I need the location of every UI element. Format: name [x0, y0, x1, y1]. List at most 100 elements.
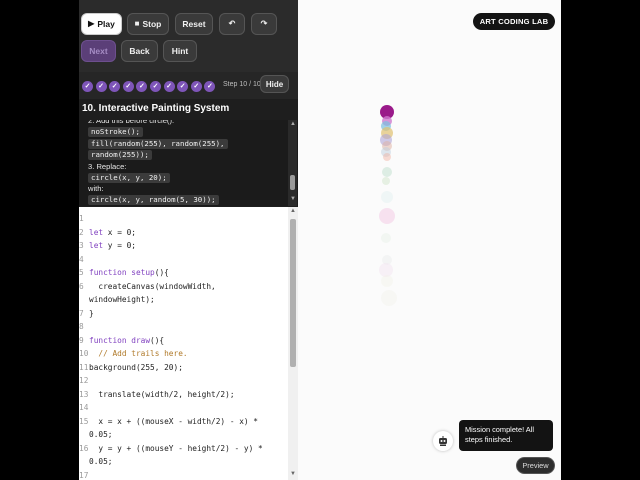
- step-complete-check-icon[interactable]: ✓: [82, 81, 93, 92]
- code-line[interactable]: 0.05;: [79, 455, 289, 469]
- instructions-panel: 2. Add this before circle(): noStroke(); f…: [79, 120, 298, 206]
- code-line[interactable]: 11background(255, 20);: [79, 361, 289, 375]
- instructions-scroll-thumb[interactable]: [290, 175, 295, 190]
- instruction-code: fill(random(255), random(255),: [88, 138, 284, 150]
- robot-glyph: [439, 436, 447, 446]
- step-complete-check-icon[interactable]: ✓: [190, 81, 202, 92]
- code-line[interactable]: 10 // Add trails here.: [79, 347, 289, 361]
- line-number: 8: [79, 322, 84, 331]
- code-text: y = y + ((mouseY - height/2) - y) *: [89, 443, 263, 453]
- code-snippet: noStroke();: [88, 127, 143, 137]
- code-text: windowHeight);: [89, 295, 155, 304]
- line-number: 7: [79, 308, 84, 318]
- code-line[interactable]: 15 x = x + ((mouseX - width/2) - x) *: [79, 415, 289, 429]
- code-line[interactable]: 13 translate(width/2, height/2);: [79, 388, 289, 402]
- next-button[interactable]: Next: [81, 40, 116, 62]
- code-snippet: fill(random(255), random(255),: [88, 138, 228, 149]
- stop-label: Stop: [142, 19, 162, 29]
- line-number: 16: [79, 443, 89, 453]
- line-number: 13: [79, 389, 89, 399]
- code-line[interactable]: 2 let x = 0;: [79, 226, 289, 240]
- paint-trail: [379, 105, 397, 306]
- reset-button[interactable]: Reset: [175, 13, 213, 35]
- code-text: let y = 0;: [89, 241, 136, 250]
- hint-button[interactable]: Hint: [163, 40, 197, 62]
- undo-icon: ↶: [228, 19, 236, 28]
- step-title: 10. Interactive Painting System: [82, 103, 230, 114]
- code-line[interactable]: 3 let y = 0;: [79, 239, 289, 253]
- sketch-canvas[interactable]: [298, 0, 561, 480]
- play-label: Play: [97, 19, 115, 29]
- code-line[interactable]: 5 function setup(){: [79, 266, 289, 280]
- code-line[interactable]: 9 function draw(){: [79, 334, 289, 348]
- step-complete-check-icon[interactable]: ✓: [95, 81, 107, 92]
- code-line[interactable]: 0.05;: [79, 428, 289, 442]
- editor-scroll-down-icon[interactable]: ▼: [290, 471, 296, 477]
- code-line[interactable]: 1: [79, 212, 289, 226]
- preview-button[interactable]: Preview: [516, 457, 555, 474]
- code-line[interactable]: 12: [79, 374, 289, 388]
- stop-icon: ■: [134, 19, 140, 28]
- stop-button[interactable]: ■ Stop: [127, 13, 169, 35]
- paint-dot: [381, 290, 397, 306]
- code-line[interactable]: windowHeight);: [79, 293, 289, 307]
- undo-button[interactable]: ↶: [219, 13, 245, 35]
- code-line[interactable]: 16 y = y + ((mouseY - height/2) - y) *: [79, 442, 289, 456]
- step-complete-check-icon[interactable]: ✓: [150, 81, 161, 92]
- step-complete-check-icon[interactable]: ✓: [163, 81, 175, 92]
- step-complete-check-icon[interactable]: ✓: [122, 81, 134, 92]
- editor-scroll-up-icon[interactable]: ▲: [290, 208, 296, 214]
- brand-badge: ART CODING LAB: [473, 13, 555, 30]
- code-text: }: [89, 308, 94, 318]
- scroll-up-icon[interactable]: ▲: [290, 121, 296, 127]
- paint-dot: [382, 167, 392, 177]
- step-complete-check-icon[interactable]: ✓: [177, 81, 189, 92]
- code-line[interactable]: 14: [79, 401, 289, 415]
- instruction-code: circle(x, y, random(5, 30));: [88, 194, 284, 206]
- instruction-code: noStroke();: [88, 126, 284, 138]
- play-button[interactable]: ▶ Play: [81, 13, 122, 35]
- code-text: translate(width/2, height/2);: [89, 389, 235, 399]
- code-text: function setup(){: [89, 268, 169, 277]
- step-count: Step 10 / 10: [223, 81, 261, 88]
- line-number: 6: [79, 281, 84, 291]
- instructions-scrollbar[interactable]: ▲ ▼: [288, 120, 297, 206]
- code-line[interactable]: 8: [79, 320, 289, 334]
- line-number: 1: [79, 214, 84, 223]
- code-snippet: random(255));: [88, 150, 152, 160]
- editor-scroll-thumb[interactable]: [290, 219, 296, 367]
- code-line[interactable]: 7}: [79, 307, 289, 321]
- code-text: function draw(){: [89, 335, 165, 345]
- paint-dot: [382, 177, 390, 185]
- code-line[interactable]: 17: [79, 469, 289, 480]
- code-editor[interactable]: 1 2 let x = 0; 3 let y = 0; 4 5 function setup(…: [79, 207, 298, 480]
- robot-icon[interactable]: [433, 431, 453, 451]
- redo-icon: ↷: [260, 19, 268, 28]
- paint-dot: [381, 233, 391, 243]
- line-number: 14: [79, 403, 89, 412]
- line-number: 3: [79, 241, 84, 250]
- hide-button[interactable]: Hide: [260, 75, 289, 93]
- line-number: 15: [79, 416, 89, 426]
- line-number: 2: [79, 227, 84, 237]
- step-complete-check-icon[interactable]: ✓: [136, 81, 148, 92]
- step-complete-check-icon[interactable]: ✓: [204, 81, 216, 92]
- instruction-text: with:: [88, 183, 284, 194]
- paint-dot: [379, 208, 395, 224]
- code-line[interactable]: 4: [79, 253, 289, 267]
- instruction-line-text: 2. Add this before circle():: [88, 120, 175, 125]
- back-button[interactable]: Back: [121, 40, 158, 62]
- instruction-text: 3. Replace:: [88, 161, 284, 172]
- instruction-line-text: 3. Replace:: [88, 161, 127, 171]
- line-number: 17: [79, 470, 89, 480]
- code-text: 0.05;: [89, 457, 113, 466]
- scroll-down-icon[interactable]: ▼: [290, 196, 296, 202]
- line-number: 5: [79, 268, 84, 277]
- line-number: 4: [79, 254, 84, 264]
- code-snippet: circle(x, y, random(5, 30));: [88, 195, 219, 205]
- step-complete-check-icon[interactable]: ✓: [109, 81, 121, 92]
- line-number: 11: [79, 362, 89, 372]
- editor-scrollbar[interactable]: ▲ ▼: [288, 207, 298, 480]
- redo-button[interactable]: ↷: [251, 13, 277, 35]
- code-line[interactable]: 6 createCanvas(windowWidth,: [79, 280, 289, 294]
